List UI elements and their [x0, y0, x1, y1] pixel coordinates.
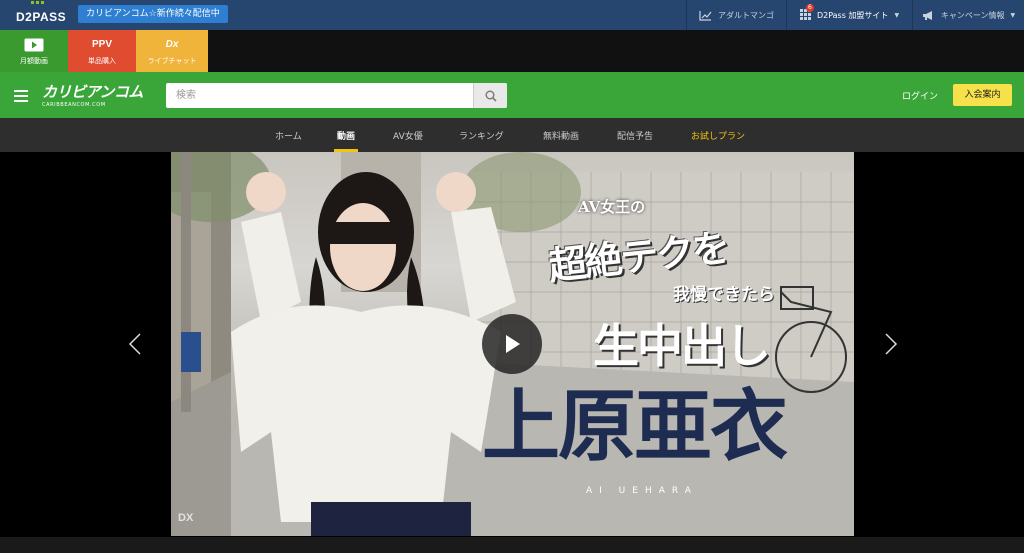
nav-videos[interactable]: 動画 [333, 129, 359, 152]
play-box-icon [24, 38, 44, 51]
chevron-left-icon [128, 333, 141, 355]
play-button[interactable] [482, 314, 542, 374]
hero-actress-name: 上原亜衣 [482, 381, 788, 472]
dx-logo-icon: Dx [165, 39, 179, 50]
join-button[interactable]: 入会案内 [953, 84, 1012, 106]
nav-actresses[interactable]: AV女優 [393, 129, 423, 142]
nav-ranking[interactable]: ランキング [459, 129, 504, 142]
monthly-video-label: 月額動画 [20, 57, 48, 65]
nav-trial-plan[interactable]: お試しプラン [691, 129, 745, 142]
nav-upcoming[interactable]: 配信予告 [617, 129, 653, 142]
promo-banner[interactable]: カリビアンコム☆新作続々配信中 [78, 5, 228, 23]
grid-icon: 6 [799, 3, 814, 22]
notification-badge: 6 [805, 3, 814, 12]
nav-home[interactable]: ホーム [275, 129, 302, 142]
hero-actress-name-roman: AI UEHARA [586, 486, 698, 496]
next-slide-button[interactable] [884, 332, 898, 356]
search-icon [485, 90, 497, 102]
hero-text-line4: 生中出し [593, 319, 771, 373]
site-logo-text: カリビアンコム [42, 83, 143, 101]
watermark-logo: DX [178, 512, 194, 524]
search-input[interactable] [166, 83, 472, 108]
d2pass-top-bar: D2PASS カリビアンコム☆新作続々配信中 アダルトマンゴ 6 D2Pass … [0, 0, 1024, 30]
member-sites-label: D2Pass 加盟サイト [816, 10, 889, 20]
d2pass-member-sites-link[interactable]: 6 D2Pass 加盟サイト ▼ [786, 0, 912, 30]
chevron-down-icon: ▼ [894, 11, 900, 19]
d2pass-logo[interactable]: D2PASS [16, 1, 67, 24]
chart-line-icon [699, 10, 712, 21]
site-logo-domain: CARIBBEANCOM.COM [42, 102, 106, 108]
megaphone-icon [922, 10, 932, 20]
hero-text-line3: 我慢できたら [673, 285, 775, 305]
monthly-video-tile[interactable]: 月額動画 [0, 30, 68, 72]
d2pass-logo-text: D2PASS [16, 10, 67, 24]
search-button[interactable] [473, 83, 507, 108]
adult-mango-label: アダルトマンゴ [718, 10, 774, 20]
hero-text-line1: AV女王の [578, 198, 646, 216]
chevron-right-icon [885, 333, 898, 355]
campaign-label: キャンペーン情報 [940, 10, 1005, 20]
logo-dots-icon [31, 1, 44, 4]
prev-slide-button[interactable] [128, 332, 142, 356]
site-logo[interactable]: カリビアンコム CARIBBEANCOM.COM [42, 81, 143, 108]
nav-free-videos[interactable]: 無料動画 [543, 129, 579, 142]
live-chat-tile[interactable]: Dx ライブチャット [136, 30, 208, 72]
live-chat-label: ライブチャット [147, 57, 197, 65]
service-tiles: 月額動画 PPV 単品購入 Dx ライブチャット [0, 30, 1024, 72]
main-nav: ホーム 動画 AV女優 ランキング 無料動画 配信予告 お試しプラン [0, 118, 1024, 152]
site-header: カリビアンコム CARIBBEANCOM.COM [0, 72, 1024, 118]
bottom-strip [0, 537, 1024, 553]
chevron-down-icon: ▼ [1010, 11, 1016, 19]
ppv-icon-text: PPV [91, 39, 112, 50]
login-link[interactable]: ログイン [902, 89, 938, 102]
search-bar [166, 83, 507, 108]
adult-mango-link[interactable]: アダルトマンゴ [686, 0, 786, 30]
campaign-info-link[interactable]: キャンペーン情報 ▼ [912, 0, 1024, 30]
ppv-tile[interactable]: PPV 単品購入 [68, 30, 136, 72]
play-icon [506, 335, 520, 353]
d2pass-links: アダルトマンゴ 6 D2Pass 加盟サイト ▼ キャンペーン情報 ▼ [686, 0, 1024, 30]
menu-icon[interactable] [14, 90, 28, 105]
ppv-label: 単品購入 [88, 57, 116, 65]
